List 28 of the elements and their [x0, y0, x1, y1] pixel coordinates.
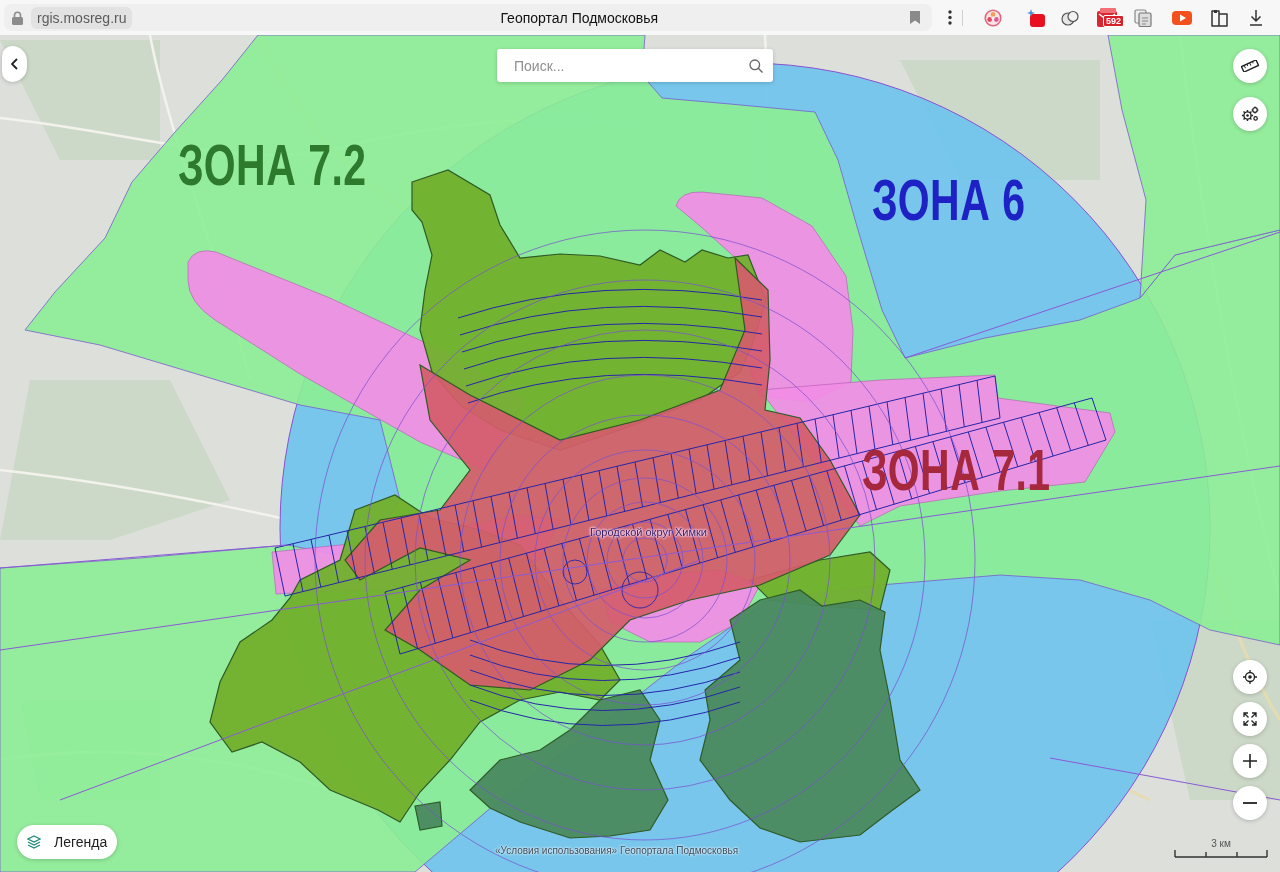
count-badge: 592	[1103, 15, 1125, 27]
ruler-icon	[1241, 60, 1259, 72]
scale-label: 3 км	[1211, 838, 1231, 850]
chevron-left-icon	[11, 58, 18, 70]
sparkle-tile-icon[interactable]	[1027, 8, 1045, 27]
address-url[interactable]: rgis.mosreg.ru	[31, 6, 133, 29]
zone-label: ЗОНА 7.2	[178, 138, 367, 195]
zoom-in-icon	[1243, 754, 1257, 768]
menu-icon[interactable]	[948, 10, 952, 25]
flower-icon[interactable]	[984, 8, 1002, 27]
layers-icon	[27, 835, 41, 849]
page-title: Геопортал Подмосковья	[500, 9, 659, 26]
zone-label: ЗОНА 6	[872, 173, 1026, 230]
play-icon[interactable]	[1172, 10, 1192, 25]
circles-icon[interactable]	[1061, 8, 1079, 27]
search-icon[interactable]	[749, 59, 763, 73]
clipboard-icon[interactable]	[1211, 8, 1228, 27]
bookmark-icon[interactable]	[910, 11, 920, 24]
locate-icon	[1243, 670, 1257, 684]
legend-button[interactable]: Легенда	[17, 825, 117, 859]
attribution-text: «Условия использования» Геопортала Подмосковья	[495, 845, 739, 857]
lock-icon	[12, 10, 23, 25]
search-field[interactable]: Поиск...	[497, 49, 773, 82]
fullscreen-icon	[1243, 712, 1257, 726]
download-icon[interactable]	[1249, 9, 1263, 26]
settings-icon	[1241, 106, 1259, 122]
district-area	[414, 801, 443, 831]
documents-icon[interactable]	[1134, 8, 1152, 27]
